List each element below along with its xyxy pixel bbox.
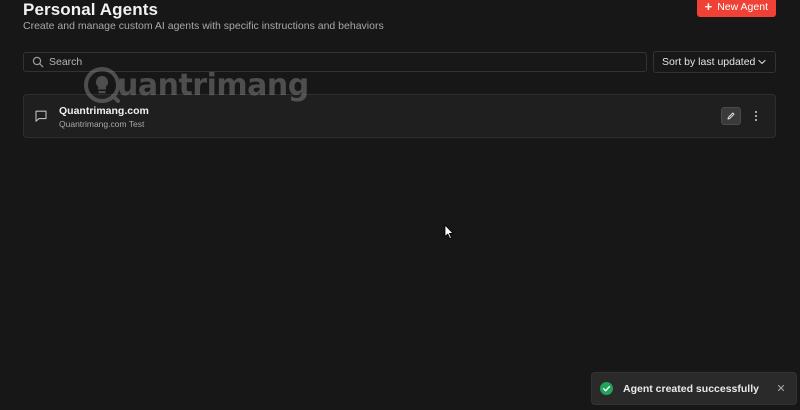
sort-selected-value: Sort by last updated	[662, 56, 756, 68]
check-circle-icon	[600, 382, 613, 395]
more-options-button[interactable]	[751, 108, 761, 124]
search-input[interactable]	[49, 56, 646, 68]
more-vertical-icon	[755, 111, 757, 121]
chat-icon	[35, 110, 47, 122]
toolbar: Sort by last updated	[23, 51, 776, 74]
search-icon	[32, 56, 44, 68]
pencil-icon	[727, 112, 735, 120]
page-subtitle: Create and manage custom AI agents with …	[23, 20, 384, 32]
agent-card[interactable]: Quantrimang.com Quantrimang.com Test	[23, 94, 776, 138]
close-icon[interactable]	[776, 383, 786, 393]
search-box[interactable]	[23, 52, 647, 72]
success-toast: Agent created successfully	[591, 372, 797, 405]
new-agent-button[interactable]: + New Agent	[696, 0, 776, 17]
page-header: Personal Agents Create and manage custom…	[23, 0, 776, 40]
new-agent-label: New Agent	[717, 0, 768, 13]
chevron-down-icon	[758, 59, 766, 65]
plus-icon: +	[704, 0, 713, 14]
page-title: Personal Agents	[23, 0, 159, 19]
personal-agents-page: Personal Agents Create and manage custom…	[0, 0, 800, 410]
edit-agent-button[interactable]	[721, 107, 741, 125]
agent-name: Quantrimang.com	[59, 105, 149, 117]
agent-description: Quantrimang.com Test	[59, 119, 145, 129]
mouse-cursor-icon	[444, 224, 454, 239]
sort-select[interactable]: Sort by last updated	[653, 51, 776, 73]
toast-message: Agent created successfully	[623, 382, 759, 395]
